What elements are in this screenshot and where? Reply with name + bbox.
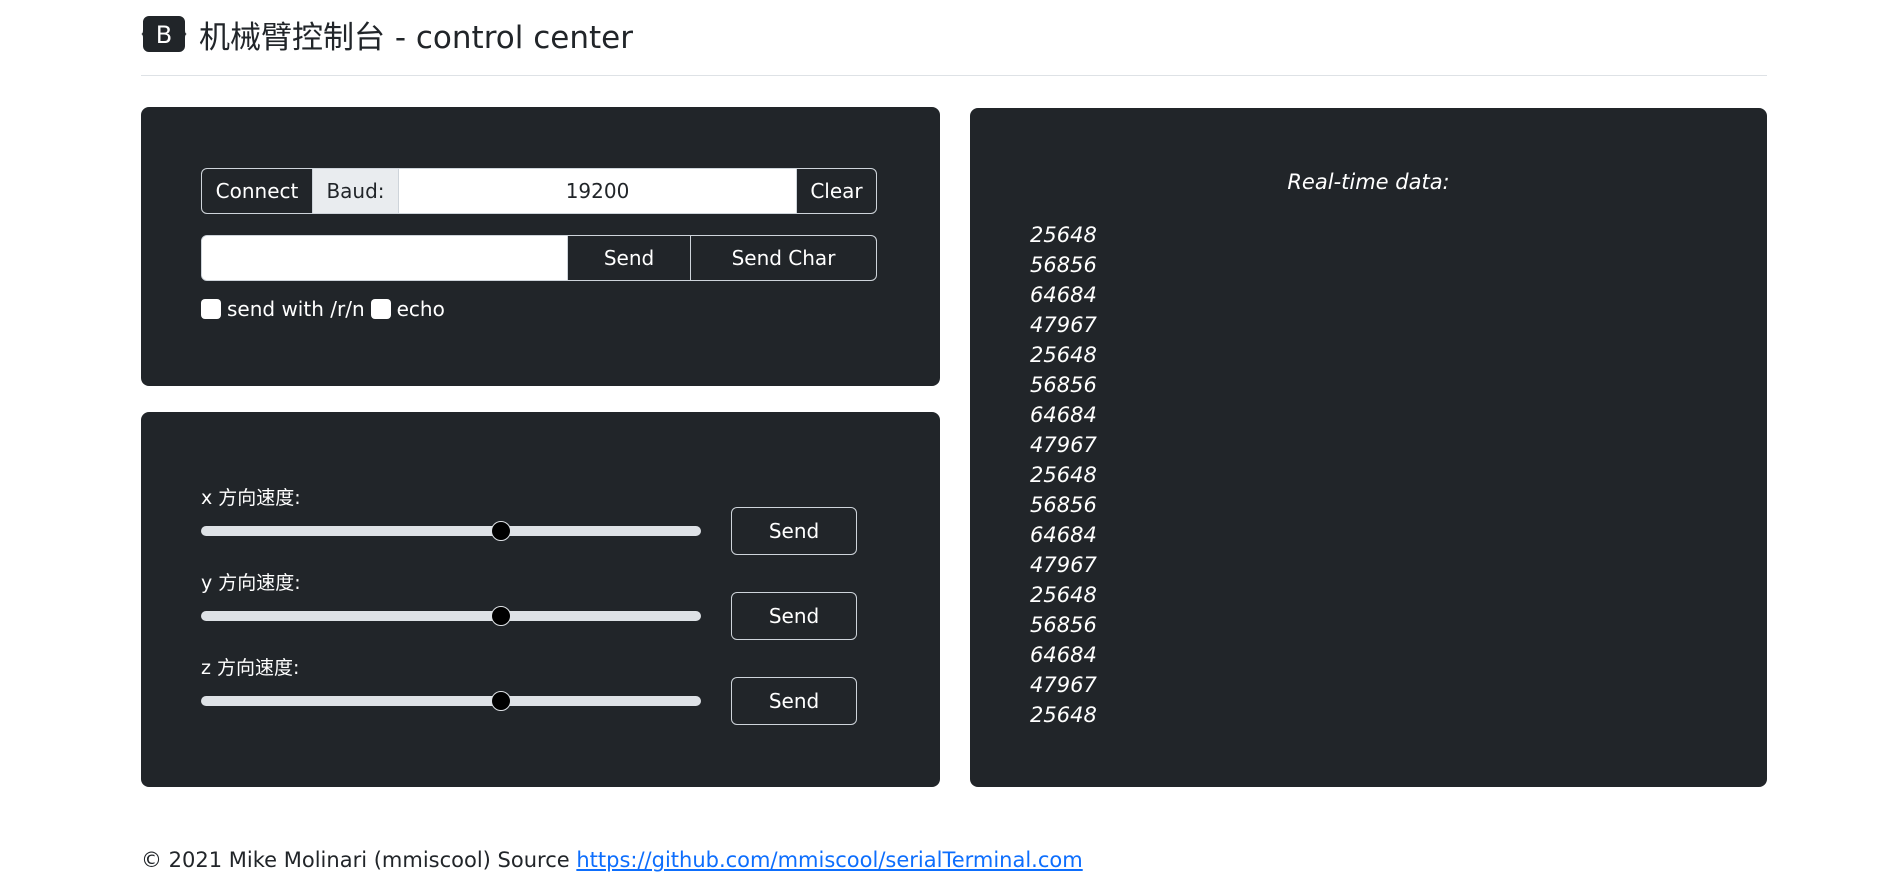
send-input-group: Send Send Char bbox=[201, 235, 877, 281]
data-line: 25648 bbox=[1030, 463, 1097, 487]
baud-label: Baud: bbox=[313, 169, 399, 213]
baud-rate-input[interactable] bbox=[399, 169, 796, 213]
slider-thumb[interactable] bbox=[491, 606, 511, 626]
realtime-data-title: Real-time data: bbox=[1287, 170, 1450, 194]
echo-checkbox[interactable] bbox=[370, 299, 391, 319]
data-line: 64684 bbox=[1030, 643, 1097, 667]
crlf-checkbox[interactable] bbox=[201, 299, 221, 319]
data-line: 25648 bbox=[1030, 583, 1097, 607]
x-speed-slider[interactable] bbox=[201, 521, 701, 541]
connect-button[interactable]: Connect bbox=[202, 169, 313, 213]
realtime-data-log[interactable]: 25648 56856 64684 47967 25648 56856 64684 47967… bbox=[1030, 220, 1230, 726]
y-speed-slider[interactable] bbox=[201, 606, 701, 626]
z-speed-label: z 方向速度: bbox=[201, 657, 300, 679]
x-speed-label: x 方向速度: bbox=[201, 487, 301, 509]
footer-copyright: © 2021 Mike Molinari (mmiscool) Source bbox=[141, 848, 577, 872]
slider-thumb[interactable] bbox=[491, 691, 511, 711]
data-line: 64684 bbox=[1030, 403, 1097, 427]
serial-control-panel: Connect Baud: Clear Send Send Char send … bbox=[141, 107, 940, 386]
clear-button[interactable]: Clear bbox=[796, 169, 876, 213]
slider-track bbox=[201, 696, 701, 706]
slider-track bbox=[201, 611, 701, 621]
slider-thumb[interactable] bbox=[491, 521, 511, 541]
source-link[interactable]: https://github.com/mmiscool/serialTermin… bbox=[576, 848, 1082, 872]
data-line: 56856 bbox=[1030, 613, 1097, 637]
realtime-data-panel: Real-time data: 25648 56856 64684 47967 2564… bbox=[970, 108, 1767, 787]
bootstrap-logo-icon: B bbox=[141, 14, 187, 54]
send-button[interactable]: Send bbox=[567, 236, 690, 280]
data-line: 64684 bbox=[1030, 283, 1097, 307]
svg-text:B: B bbox=[156, 21, 172, 49]
echo-checkbox-label: echo bbox=[396, 297, 445, 321]
data-line: 56856 bbox=[1030, 373, 1097, 397]
slider-track bbox=[201, 526, 701, 536]
z-speed-send-button[interactable]: Send bbox=[731, 677, 857, 725]
speed-control-panel: x 方向速度: Send y 方向速度: Send z 方向速度: Send bbox=[141, 412, 940, 787]
crlf-checkbox-label: send with /r/n bbox=[227, 297, 365, 321]
data-line: 56856 bbox=[1030, 493, 1097, 517]
data-line: 64684 bbox=[1030, 523, 1097, 547]
data-line: 47967 bbox=[1030, 673, 1097, 697]
data-line: 47967 bbox=[1030, 433, 1097, 457]
data-line: 25648 bbox=[1030, 223, 1097, 247]
z-speed-slider[interactable] bbox=[201, 691, 701, 711]
data-line: 47967 bbox=[1030, 313, 1097, 337]
page-title: 机械臂控制台 - control center bbox=[199, 19, 633, 56]
data-line: 25648 bbox=[1030, 703, 1097, 726]
y-speed-label: y 方向速度: bbox=[201, 572, 301, 594]
header-divider bbox=[141, 75, 1767, 76]
page-header: B 机械臂控制台 - control center bbox=[141, 14, 633, 56]
footer: © 2021 Mike Molinari (mmiscool) Source h… bbox=[141, 848, 1083, 872]
send-options: send with /r/n echo bbox=[201, 297, 445, 321]
data-line: 25648 bbox=[1030, 343, 1097, 367]
y-speed-send-button[interactable]: Send bbox=[731, 592, 857, 640]
send-char-button[interactable]: Send Char bbox=[690, 236, 876, 280]
data-line: 47967 bbox=[1030, 553, 1097, 577]
connection-input-group: Connect Baud: Clear bbox=[201, 168, 877, 214]
data-line: 56856 bbox=[1030, 253, 1097, 277]
send-text-input[interactable] bbox=[202, 236, 567, 280]
x-speed-send-button[interactable]: Send bbox=[731, 507, 857, 555]
